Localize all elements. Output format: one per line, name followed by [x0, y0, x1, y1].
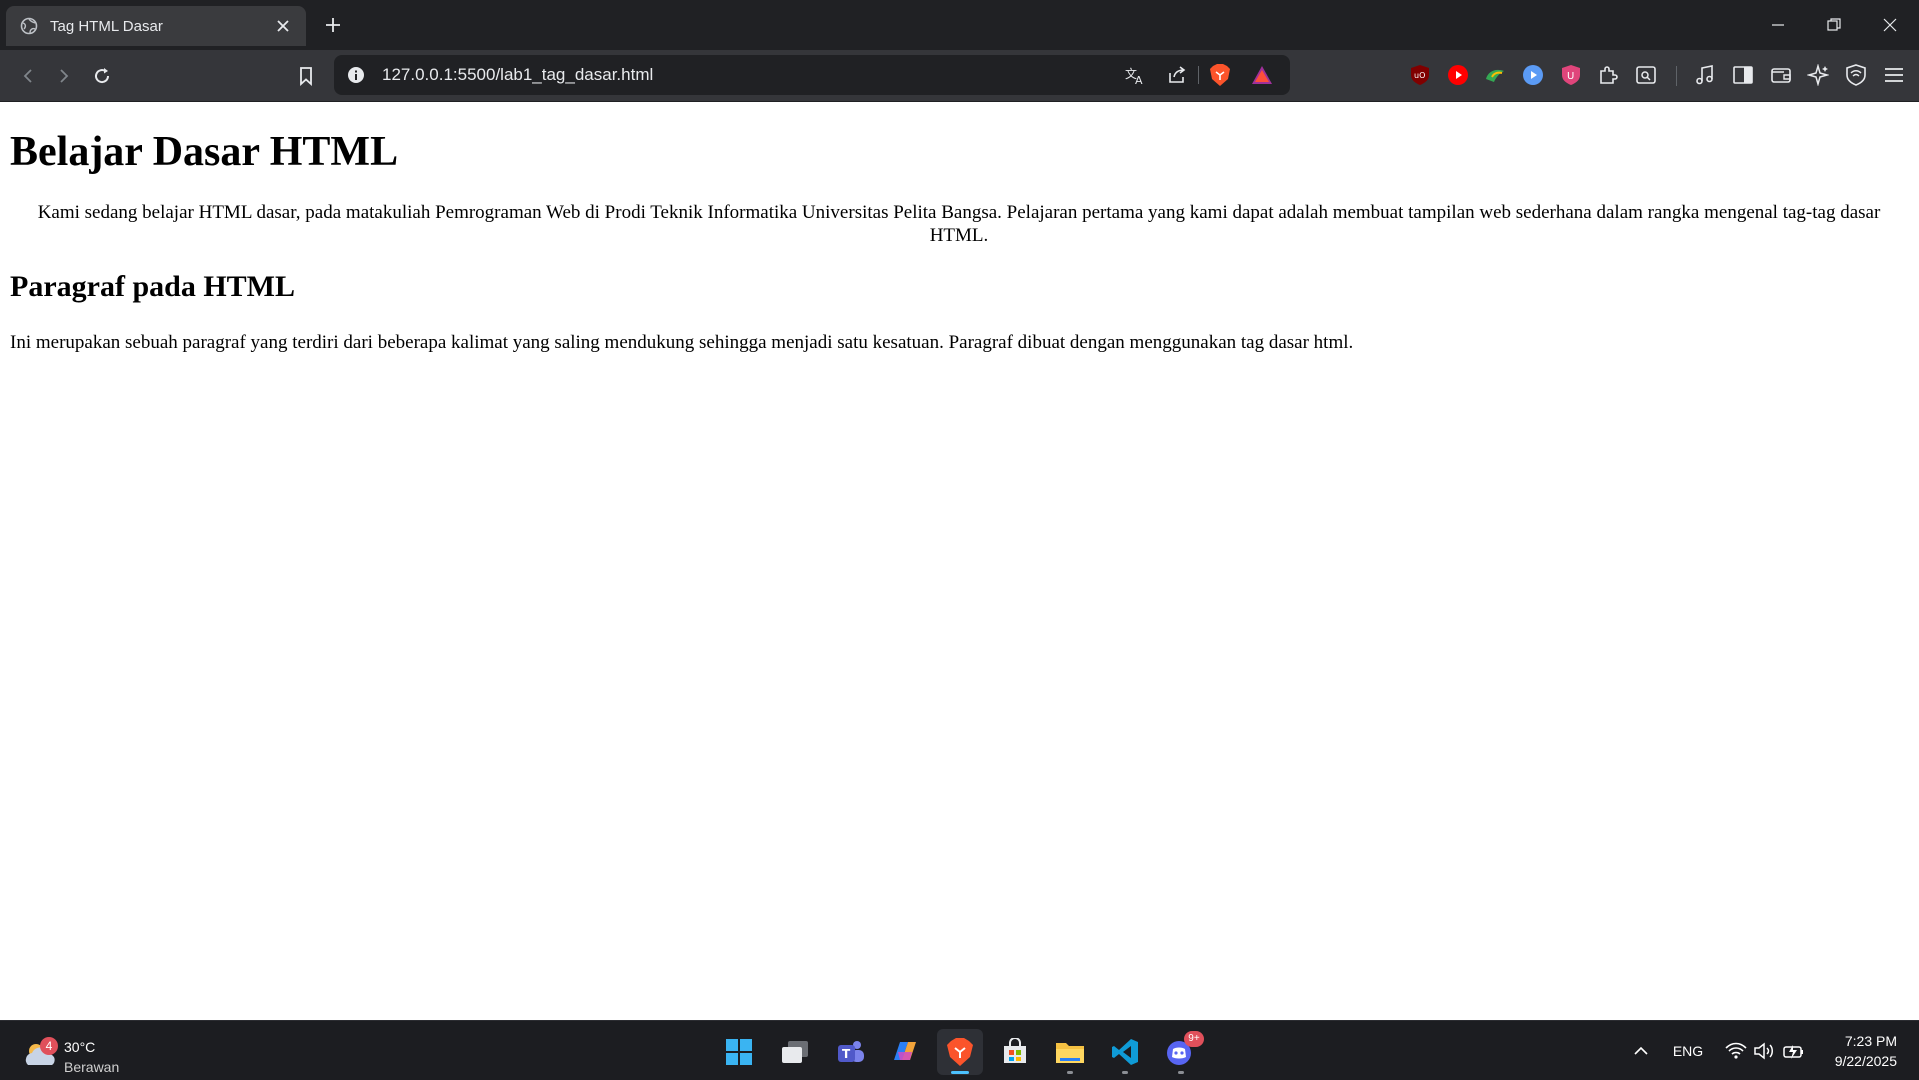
tab-title: Tag HTML Dasar: [50, 17, 163, 35]
color-extension-icon[interactable]: [1483, 63, 1507, 87]
youtube-extension-icon[interactable]: [1446, 63, 1470, 87]
folder-icon: [1056, 1043, 1084, 1063]
speaker-icon: [1754, 1041, 1773, 1060]
window-close-icon[interactable]: [1862, 0, 1918, 50]
teams-icon: T: [838, 1041, 864, 1062]
svg-text:T: T: [842, 1047, 851, 1061]
address-bar[interactable]: 127.0.0.1:5500/lab1_tag_dasar.html 文A: [334, 55, 1290, 95]
divider: [1198, 66, 1199, 84]
reload-icon[interactable]: [88, 62, 116, 90]
url-text: 127.0.0.1:5500/lab1_tag_dasar.html: [382, 65, 654, 84]
start-button[interactable]: [716, 1029, 762, 1075]
browser-toolbar: 127.0.0.1:5500/lab1_tag_dasar.html 文A uO…: [0, 50, 1919, 102]
sidebar-icon[interactable]: [1731, 63, 1755, 87]
close-icon[interactable]: [272, 15, 294, 37]
minimize-icon[interactable]: [1750, 0, 1806, 50]
body-paragraph: Ini merupakan sebuah paragraf yang terdi…: [10, 332, 1354, 353]
battery-button[interactable]: [1782, 1021, 1806, 1080]
translate-icon[interactable]: 文A: [1124, 63, 1148, 87]
task-view-button[interactable]: [772, 1029, 818, 1075]
discord-badge: 9+: [1184, 1031, 1204, 1047]
task-view-icon: [782, 1041, 808, 1063]
page-content: Belajar Dasar HTML Kami sedang belajar H…: [0, 102, 1919, 1020]
brave-logo-icon: [947, 1038, 973, 1066]
weather-temperature: 30°C: [64, 1039, 96, 1055]
intro-paragraph: Kami sedang belajar HTML dasar, pada mat…: [37, 202, 1881, 246]
battery-charging-icon: [1783, 1044, 1803, 1059]
copilot-icon: [894, 1042, 916, 1060]
svg-text:A: A: [1135, 74, 1143, 85]
clock-date: 9/22/2025: [1834, 1053, 1897, 1069]
globe-icon: [20, 17, 38, 35]
file-explorer-button[interactable]: [1047, 1029, 1093, 1075]
shield-extension-icon[interactable]: U: [1559, 63, 1583, 87]
weather-condition: Berawan: [64, 1059, 120, 1075]
svg-text:uO: uO: [1414, 71, 1425, 80]
weather-widget[interactable]: 4 30°C Berawan: [22, 1029, 142, 1075]
running-indicator: [1178, 1071, 1184, 1074]
running-indicator: [1067, 1071, 1073, 1074]
vpn-shield-icon[interactable]: [1844, 63, 1868, 87]
music-icon[interactable]: [1693, 63, 1717, 87]
share-icon[interactable]: [1165, 63, 1189, 87]
section-heading: Paragraf pada HTML: [10, 270, 295, 303]
back-icon[interactable]: [14, 62, 42, 90]
toolbar-separator: [1676, 66, 1677, 86]
language-label: ENG: [1672, 1042, 1704, 1059]
volume-button[interactable]: [1752, 1021, 1776, 1080]
microsoft-store-button[interactable]: [992, 1029, 1038, 1075]
discord-button[interactable]: 9+: [1158, 1029, 1204, 1075]
menu-icon[interactable]: [1882, 63, 1906, 87]
wifi-icon: [1725, 1042, 1747, 1059]
leo-ai-icon[interactable]: [1806, 63, 1830, 87]
site-info-icon[interactable]: [346, 65, 366, 85]
page-heading: Belajar Dasar HTML: [10, 129, 399, 175]
ublock-origin-icon[interactable]: uO: [1408, 63, 1432, 87]
running-indicator: [1122, 1071, 1128, 1074]
svg-text:U: U: [1567, 71, 1574, 82]
wallet-icon[interactable]: [1769, 63, 1793, 87]
brave-shields-icon[interactable]: [1208, 63, 1232, 87]
screenshot-search-icon[interactable]: [1634, 63, 1658, 87]
windows-logo-icon: [726, 1039, 752, 1065]
clock-time: 7:23 PM: [1844, 1033, 1897, 1049]
vscode-button[interactable]: [1102, 1029, 1148, 1075]
video-player-extension-icon[interactable]: [1521, 63, 1545, 87]
show-hidden-icons-button[interactable]: [1630, 1021, 1652, 1080]
windows-taskbar: 4 30°C Berawan T 9+ ENG 7:23 PM 9/22/202…: [0, 1020, 1919, 1080]
browser-title-bar: Tag HTML Dasar: [0, 0, 1919, 50]
language-indicator[interactable]: ENG: [1664, 1021, 1712, 1080]
teams-button[interactable]: T: [827, 1029, 873, 1075]
bookmark-icon[interactable]: [292, 62, 320, 90]
new-tab-button[interactable]: [320, 12, 346, 38]
tab-active[interactable]: Tag HTML Dasar: [6, 6, 306, 46]
copilot-button[interactable]: [882, 1029, 928, 1075]
store-icon: [1004, 1038, 1026, 1063]
vscode-icon: [1112, 1039, 1138, 1065]
extensions-puzzle-icon[interactable]: [1596, 63, 1620, 87]
chevron-up-icon: [1634, 1046, 1648, 1055]
system-clock[interactable]: 7:23 PM 9/22/2025: [1835, 1031, 1897, 1071]
brave-browser-button[interactable]: [937, 1029, 983, 1075]
active-indicator: [951, 1071, 969, 1074]
brave-rewards-icon[interactable]: [1250, 63, 1274, 87]
forward-icon[interactable]: [50, 62, 78, 90]
weather-badge: 4: [40, 1037, 58, 1055]
wifi-button[interactable]: [1724, 1021, 1748, 1080]
restore-icon[interactable]: [1806, 0, 1862, 50]
